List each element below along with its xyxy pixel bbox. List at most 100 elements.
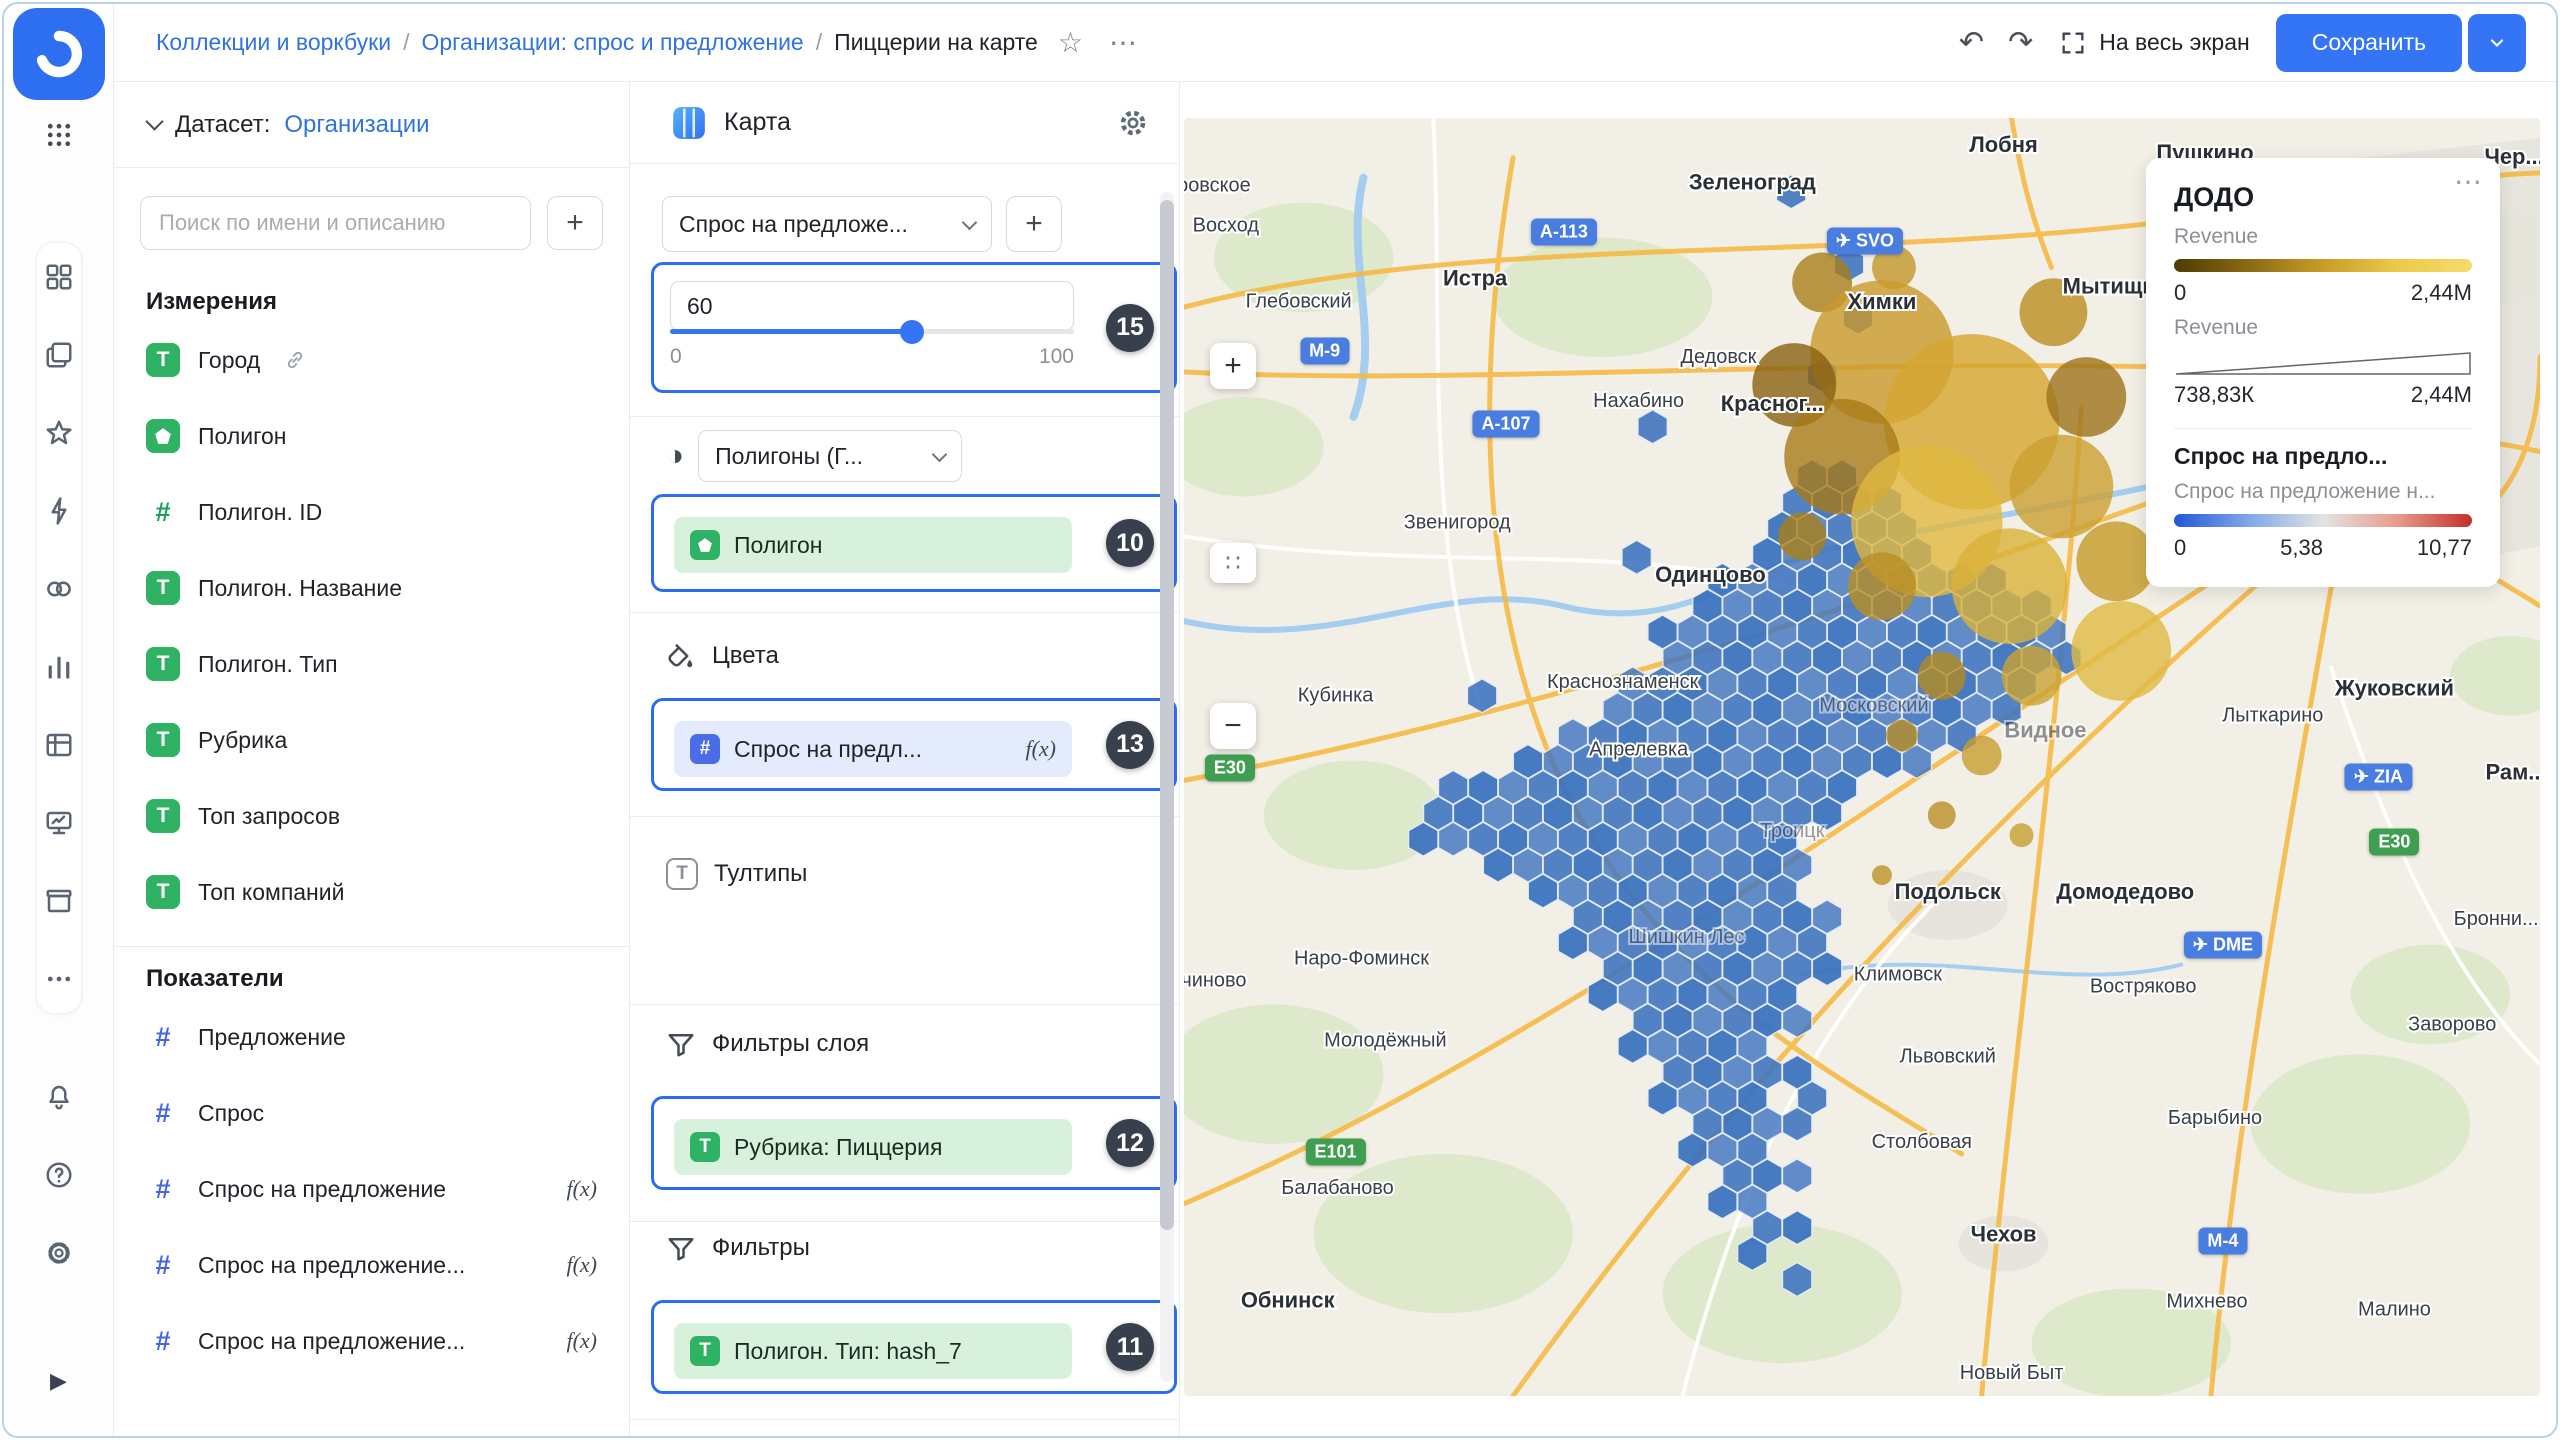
dimension-row[interactable]: TРубрика — [114, 702, 629, 778]
revenue-bubble[interactable] — [1848, 552, 1916, 620]
settings-icon[interactable] — [36, 1230, 82, 1276]
breadcrumb-item: Пиццерии на карте — [834, 29, 1038, 56]
zoom-out-button[interactable]: − — [1210, 703, 1256, 749]
dimension-row[interactable]: TГород — [114, 322, 629, 398]
formula-icon: f(x) — [1025, 736, 1056, 762]
demand-mid: 5,38 — [2280, 535, 2323, 561]
dimension-row[interactable]: #Полигон. ID — [114, 474, 629, 550]
rail-bottom-group — [36, 1074, 82, 1276]
zoom-in-button[interactable]: + — [1210, 343, 1256, 389]
revenue-bubble[interactable] — [2046, 357, 2126, 437]
storage-icon[interactable] — [37, 879, 81, 923]
collapse-rail-icon[interactable]: ▶ — [50, 1368, 67, 1394]
hexbin[interactable] — [1638, 410, 1667, 444]
revenue-bubble[interactable] — [2002, 646, 2062, 706]
dataset-name-link[interactable]: Организации — [284, 111, 429, 139]
formula-icon: f(x) — [566, 1176, 597, 1202]
dashboards-icon[interactable] — [37, 255, 81, 299]
measure-field-icon: # — [146, 1250, 180, 1281]
scrollbar-thumb[interactable] — [1160, 200, 1174, 1230]
dimension-row[interactable]: Полигон — [114, 398, 629, 474]
favorite-star-icon[interactable]: ☆ — [1052, 25, 1089, 61]
field-label: Спрос на предложение — [198, 1176, 446, 1203]
slider-knob[interactable] — [900, 320, 924, 344]
hexbin[interactable] — [1622, 540, 1651, 574]
dimension-row[interactable]: TТоп компаний — [114, 854, 629, 930]
revenue-bubble[interactable] — [1886, 720, 1918, 752]
datalens-logo-icon[interactable] — [13, 8, 105, 100]
geofield-chip[interactable]: Полигон — [674, 517, 1072, 573]
map-chart-icon — [670, 104, 708, 142]
dimension-row[interactable]: TПолигон. Тип — [114, 626, 629, 702]
redo-icon[interactable]: ↷ — [2008, 25, 2033, 60]
revenue-gradient — [2174, 259, 2472, 272]
measure-row[interactable]: #Спрос на предложение...f(x) — [114, 1227, 629, 1303]
revenue-bubble[interactable] — [1872, 865, 1892, 885]
revenue-bubble[interactable] — [2010, 823, 2034, 847]
size-min: 738,83К — [2174, 382, 2254, 408]
workbooks-icon[interactable] — [37, 333, 81, 377]
filter-chip[interactable]: T Полигон. Тип: hash_7 — [674, 1323, 1072, 1379]
undo-icon[interactable]: ↶ — [1959, 25, 1984, 60]
measure-row[interactable]: #Спрос — [114, 1075, 629, 1151]
size-max: 2,44M — [2411, 382, 2472, 408]
save-button[interactable]: Сохранить — [2276, 14, 2462, 72]
services-icon[interactable] — [37, 567, 81, 611]
charts-icon[interactable] — [37, 645, 81, 689]
highlight-geofield: Полигон 10 — [651, 494, 1177, 592]
measure-field-icon: # — [146, 1174, 180, 1205]
field-label: Спрос — [198, 1100, 264, 1127]
apps-grid-icon[interactable] — [36, 112, 82, 158]
legend-more-icon[interactable]: ⋯ — [2454, 168, 2482, 196]
layer-filter-chip[interactable]: T Рубрика: Пиццерия — [674, 1119, 1072, 1175]
map-legend: ⋯ ДОДО Revenue 0 2,44M Revenue 738,83К 2… — [2146, 158, 2500, 587]
opacity-value-input[interactable] — [670, 281, 1074, 331]
favorites-icon[interactable] — [37, 411, 81, 455]
notifications-icon[interactable] — [36, 1074, 82, 1120]
help-icon[interactable] — [36, 1152, 82, 1198]
tables-icon[interactable] — [37, 723, 81, 767]
revenue-bubble[interactable] — [1928, 801, 1956, 829]
map-city-label: Чехов — [1971, 1222, 2037, 1247]
revenue-bubble[interactable] — [1918, 652, 1966, 700]
revenue-bubble[interactable] — [2071, 601, 2171, 701]
fullscreen-button[interactable]: На весь экран — [2059, 29, 2250, 57]
chevron-down-icon[interactable] — [145, 112, 163, 130]
monitoring-icon[interactable] — [37, 801, 81, 845]
more-actions-icon[interactable]: ⋯ — [1103, 25, 1143, 61]
map-canvas[interactable]: ровскоеВосходГлебовскийИстраДедовскНахаб… — [1184, 118, 2540, 1396]
measure-hash-icon: # — [690, 734, 720, 764]
colors-field-chip[interactable]: # Спрос на предл... f(x) — [674, 721, 1072, 777]
revenue-bubble[interactable] — [1962, 736, 2002, 776]
map-city-label: Жуковский — [2334, 676, 2454, 701]
breadcrumb-item[interactable]: Коллекции и воркбуки — [156, 29, 391, 56]
chart-settings-gear-icon[interactable] — [1117, 107, 1149, 139]
panel-scrollbar[interactable] — [1160, 192, 1174, 1382]
opacity-slider[interactable] — [670, 329, 1074, 334]
dimension-row[interactable]: TТоп запросов — [114, 778, 629, 854]
measure-row[interactable]: #Предложение — [114, 999, 629, 1075]
revenue-bubble[interactable] — [2076, 521, 2156, 601]
measure-row[interactable]: #Спрос на предложение...f(x) — [114, 1303, 629, 1379]
revenue-bubble[interactable] — [1952, 528, 2068, 644]
map-city-label: Московский — [1819, 695, 1928, 717]
revenue-bubble[interactable] — [2010, 435, 2114, 539]
measure-row[interactable]: # Спрос на предложение f(x) — [114, 1151, 629, 1227]
legend-layer-title: ДОДО — [2174, 182, 2472, 213]
filters-title: Фильтры — [712, 1234, 810, 1262]
more-icon[interactable] — [37, 957, 81, 1001]
search-input[interactable] — [140, 196, 531, 250]
layer-selector[interactable]: Спрос на предложе... — [662, 196, 992, 252]
zoom-drag-handle[interactable]: ∷ — [1210, 543, 1256, 583]
quick-charts-icon[interactable] — [37, 489, 81, 533]
revenue-max: 2,44M — [2411, 280, 2472, 306]
revenue-bubble[interactable] — [1778, 512, 1826, 560]
breadcrumb-item[interactable]: Организации: спрос и предложение — [421, 29, 803, 56]
geotype-selector[interactable]: Полигоны (Г... — [698, 430, 962, 482]
add-field-button[interactable]: + — [547, 196, 603, 250]
hexbin[interactable] — [1783, 1159, 1812, 1193]
save-options-button[interactable] — [2468, 14, 2526, 72]
chevron-down-icon — [962, 214, 978, 230]
dimension-row[interactable]: TПолигон. Название — [114, 550, 629, 626]
add-layer-button[interactable]: + — [1006, 196, 1062, 252]
